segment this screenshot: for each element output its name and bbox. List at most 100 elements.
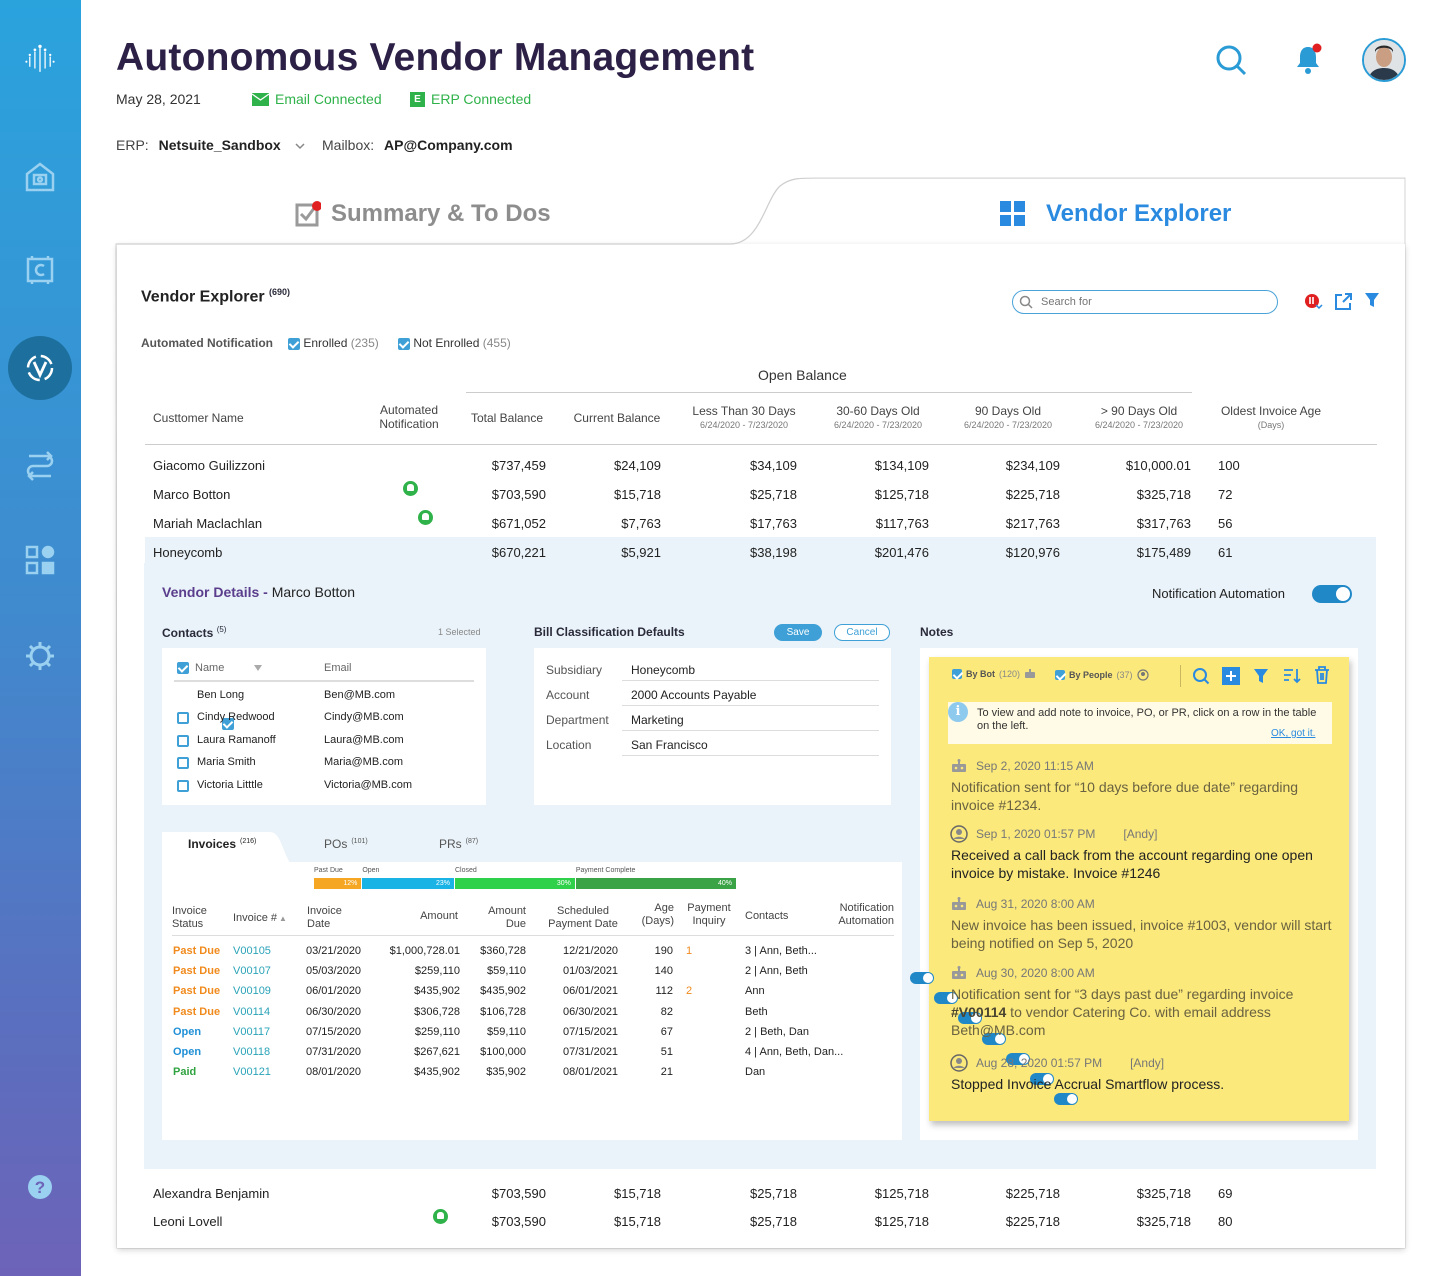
- invoice-contacts[interactable]: 2 | Beth, Dan: [745, 1026, 809, 1038]
- bill-field-value[interactable]: 2000 Accounts Payable: [631, 688, 756, 702]
- save-button[interactable]: Save: [774, 624, 822, 641]
- tab-summary[interactable]: Summary & To Dos: [295, 200, 551, 228]
- invoice-number-link[interactable]: V00121: [233, 1066, 271, 1078]
- search-input[interactable]: [1041, 296, 1261, 308]
- invoice-col-contacts[interactable]: Contacts: [745, 910, 805, 923]
- add-note-icon[interactable]: [1222, 667, 1240, 690]
- explorer-title-text: Vendor Explorer: [141, 288, 265, 306]
- info-dismiss-link[interactable]: OK, got it.: [1271, 728, 1315, 739]
- invoice-date: 07/31/2020: [306, 1046, 362, 1058]
- vendor-name[interactable]: Marco Botton: [153, 487, 230, 502]
- invoice-col-status1[interactable]: Invoice Status: [172, 905, 222, 931]
- invoice-col-date1[interactable]: Invoice Date: [307, 905, 357, 931]
- vendor-name[interactable]: Alexandra Benjamin: [153, 1186, 269, 1201]
- invoice-payment-inquiry[interactable]: 1: [686, 945, 692, 957]
- not-enrolled-checkbox[interactable]: [398, 337, 410, 350]
- note-body[interactable]: Notification sent for “10 days before du…: [951, 778, 1336, 814]
- col-current-balance[interactable]: Current Balance: [566, 411, 668, 425]
- status-bar-segment[interactable]: 23%: [362, 878, 454, 889]
- note-body[interactable]: Notification sent for “3 days past due” …: [951, 985, 1336, 1039]
- invoice-number-link[interactable]: V00109: [233, 985, 271, 997]
- invoice-number-link[interactable]: V00107: [233, 965, 271, 977]
- invoice-contacts[interactable]: 4 | Ann, Beth, Dan...: [745, 1046, 843, 1058]
- invoice-col-inq1[interactable]: Payment Inquiry: [681, 902, 737, 928]
- contact-checkbox[interactable]: [177, 757, 189, 770]
- note-body-invoice[interactable]: #V00114: [951, 1004, 1006, 1020]
- col-90-days[interactable]: 90 Days Old 6/24/2020 - 7/23/2020: [946, 404, 1070, 432]
- invoice-col-due1[interactable]: Amount Due: [470, 905, 526, 931]
- select-all-checkbox[interactable]: [177, 662, 189, 674]
- col-total-balance[interactable]: Total Balance: [462, 411, 552, 425]
- alert-filter-icon[interactable]: [1303, 291, 1323, 316]
- invoice-col-num[interactable]: Invoice # ▲: [233, 912, 293, 925]
- notification-automation-toggle[interactable]: [1312, 585, 1352, 603]
- invoice-col-sched1[interactable]: Scheduled Payment Date: [540, 905, 626, 931]
- invoice-contacts[interactable]: Dan: [745, 1066, 765, 1078]
- status-bar-segment[interactable]: 30%: [455, 878, 575, 889]
- invoice-col-notif1[interactable]: Notification Automation: [818, 902, 894, 928]
- invoice-notification-toggle[interactable]: [910, 972, 934, 984]
- invoice-tab-pos[interactable]: POs (101): [324, 837, 368, 851]
- vendor-name[interactable]: Honeycomb: [153, 545, 222, 560]
- contact-checkbox[interactable]: [177, 734, 189, 747]
- col-customer-name[interactable]: Custtomer Name: [153, 411, 244, 425]
- cancel-button[interactable]: Cancel: [834, 624, 890, 641]
- invoice-number-link[interactable]: V00118: [233, 1046, 270, 1058]
- col-less-than-30[interactable]: Less Than 30 Days 6/24/2020 - 7/23/2020: [682, 404, 806, 432]
- note-body[interactable]: New invoice has been issued, invoice #10…: [951, 916, 1336, 952]
- contacts-header-name[interactable]: Name: [177, 662, 263, 674]
- delete-icon[interactable]: [1314, 666, 1330, 689]
- invoice-tab-prs[interactable]: PRs (87): [439, 837, 478, 851]
- invoice-contacts[interactable]: Beth: [745, 1006, 768, 1018]
- invoice-amount: $435,902: [414, 1066, 460, 1079]
- notes-search-icon[interactable]: [1192, 667, 1210, 690]
- note-body[interactable]: Received a call back from the account re…: [951, 846, 1336, 882]
- status-bar-segment[interactable]: 12%: [314, 878, 362, 889]
- notes-filter-icon[interactable]: [1253, 668, 1269, 689]
- sort-icon[interactable]: [1283, 667, 1301, 690]
- invoice-number-link[interactable]: V00105: [233, 945, 271, 957]
- invoice-col-amount[interactable]: Amount: [380, 910, 458, 923]
- tab-vendor-explorer[interactable]: Vendor Explorer: [1000, 200, 1231, 228]
- bill-field-value[interactable]: Marketing: [631, 713, 684, 727]
- filter-icon[interactable]: [1364, 292, 1380, 313]
- invoice-notification-toggle[interactable]: [1054, 1093, 1078, 1106]
- by-bot-checkbox[interactable]: [952, 669, 962, 679]
- search-box[interactable]: [1012, 290, 1278, 314]
- invoice-contacts[interactable]: 3 | Ann, Beth...: [745, 945, 817, 957]
- note-body[interactable]: Stopped Invoice Accrual Smartflow proces…: [951, 1075, 1336, 1093]
- col-30-60[interactable]: 30-60 Days Old 6/24/2020 - 7/23/2020: [816, 404, 940, 432]
- contact-email: Victoria@MB.com: [324, 778, 412, 791]
- export-icon[interactable]: [1333, 291, 1353, 316]
- vendor-name[interactable]: Giacomo Guilizzoni: [153, 458, 265, 473]
- invoice-col-age1[interactable]: Age (Days): [632, 902, 674, 928]
- enrolled-filter[interactable]: Enrolled (235): [288, 336, 379, 350]
- by-people-checkbox[interactable]: [1055, 670, 1065, 680]
- by-people-filter[interactable]: By People (37): [1055, 669, 1149, 681]
- invoice-number-link[interactable]: V00117: [233, 1026, 270, 1038]
- note-timestamp: Sep 1, 2020 01:57 PM: [976, 827, 1096, 841]
- notification-enabled-icon: [403, 481, 418, 496]
- invoice-contacts[interactable]: Ann: [745, 985, 765, 997]
- vendor-name[interactable]: Mariah Maclachlan: [153, 516, 262, 531]
- vendor-details-label: Vendor Details: [162, 584, 260, 600]
- bill-field-value[interactable]: Honeycomb: [631, 663, 695, 677]
- invoice-contacts[interactable]: 2 | Ann, Beth: [745, 965, 808, 977]
- contact-checkbox[interactable]: [177, 779, 189, 792]
- not-enrolled-filter[interactable]: Not Enrolled (455): [398, 336, 511, 350]
- robot-icon: [1025, 669, 1036, 678]
- status-bar-segment[interactable]: 40%: [575, 878, 736, 889]
- by-bot-filter[interactable]: By Bot (120): [952, 669, 1036, 679]
- bill-field-value[interactable]: San Francisco: [631, 738, 708, 752]
- col-oldest-invoice-age[interactable]: Oldest Invoice Age (Days): [1210, 404, 1332, 432]
- invoice-age: 21: [660, 1066, 673, 1079]
- enrolled-checkbox[interactable]: [288, 337, 300, 350]
- col-gt-90[interactable]: > 90 Days Old 6/24/2020 - 7/23/2020: [1077, 404, 1201, 432]
- vendor-name[interactable]: Leoni Lovell: [153, 1214, 222, 1229]
- vendor-gt90-cell: $175,489: [1136, 545, 1191, 560]
- contact-checkbox[interactable]: [177, 712, 189, 725]
- col-automated-notification[interactable]: Automated Notification: [368, 403, 450, 431]
- invoice-number-link[interactable]: V00114: [233, 1006, 270, 1018]
- invoice-payment-inquiry[interactable]: 2: [686, 985, 692, 997]
- invoice-tab-invoices[interactable]: Invoices (216): [188, 837, 256, 851]
